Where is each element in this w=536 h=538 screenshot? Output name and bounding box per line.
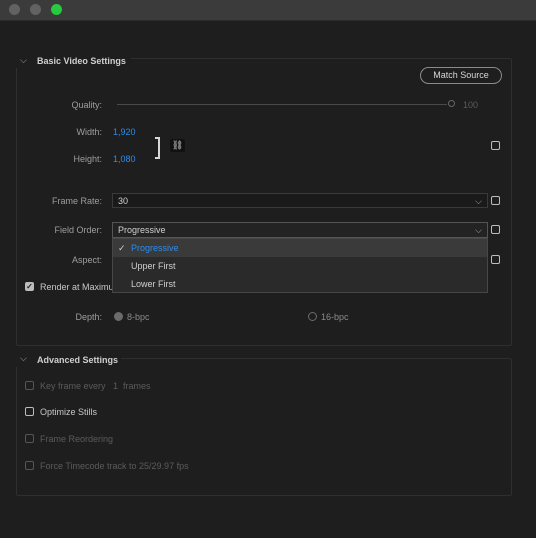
advanced-settings-title: Advanced Settings <box>37 355 119 365</box>
advanced-settings-panel <box>16 358 512 496</box>
quality-value[interactable]: 100 <box>463 100 478 110</box>
frame-reordering-checkbox[interactable] <box>25 434 34 443</box>
keyframe-label: Key frame every <box>40 381 106 391</box>
depth-8bpc-radio[interactable] <box>114 312 123 321</box>
collapse-chevron-icon[interactable]: ⌵ <box>20 55 27 66</box>
height-value[interactable]: 1,080 <box>113 154 136 164</box>
keyframe-unit: frames <box>123 381 151 391</box>
frame-rate-label: Frame Rate: <box>51 196 102 206</box>
field-order-label: Field Order: <box>54 225 102 235</box>
field-order-override-checkbox[interactable] <box>491 225 500 234</box>
keyframe-value[interactable]: 1 <box>113 381 118 391</box>
frame-reordering-label: Frame Reordering <box>40 434 114 444</box>
match-source-button[interactable]: Match Source <box>420 67 502 84</box>
aspect-override-checkbox[interactable] <box>491 255 500 264</box>
render-max-label: Render at Maximu <box>40 282 114 292</box>
dropdown-item-lower-first[interactable]: Lower First <box>113 275 487 293</box>
frame-rate-select[interactable]: 30 ⌵ <box>112 193 488 208</box>
quality-label: Quality: <box>71 100 102 110</box>
collapse-chevron-icon[interactable]: ⌵ <box>20 353 27 364</box>
frame-rate-override-checkbox[interactable] <box>491 196 500 205</box>
quality-slider-thumb[interactable] <box>448 100 455 107</box>
close-window-button[interactable] <box>9 4 20 15</box>
depth-16bpc-label: 16-bpc <box>321 312 349 322</box>
depth-8bpc-label: 8-bpc <box>127 312 150 322</box>
quality-slider-track[interactable] <box>117 104 447 105</box>
force-timecode-label: Force Timecode track to 25/29.97 fps <box>40 461 189 471</box>
maximize-window-button[interactable] <box>51 4 62 15</box>
width-label: Width: <box>76 127 102 137</box>
width-height-override-checkbox[interactable] <box>491 141 500 150</box>
optimize-stills-label: Optimize Stills <box>40 407 98 417</box>
minimize-window-button[interactable] <box>30 4 41 15</box>
force-timecode-checkbox[interactable] <box>25 461 34 470</box>
checkmark-icon: ✓ <box>118 243 126 253</box>
dropdown-item-label: Progressive <box>131 243 179 253</box>
frame-rate-value: 30 <box>118 196 129 206</box>
height-label: Height: <box>73 154 102 164</box>
width-value[interactable]: 1,920 <box>113 127 136 137</box>
basic-settings-title: Basic Video Settings <box>37 56 126 66</box>
window-titlebar <box>0 0 536 21</box>
aspect-label: Aspect: <box>71 255 102 265</box>
field-order-dropdown-menu: ✓ Progressive Upper First Lower First <box>112 238 488 293</box>
render-max-checkbox[interactable]: ✓ <box>25 282 34 291</box>
depth-16bpc-radio[interactable] <box>308 312 317 321</box>
field-order-select[interactable]: Progressive ⌵ <box>112 222 488 238</box>
dropdown-item-progressive[interactable]: ✓ Progressive <box>113 239 487 257</box>
chevron-down-icon: ⌵ <box>475 196 482 206</box>
dropdown-item-label: Lower First <box>131 279 176 289</box>
field-order-value: Progressive <box>118 225 166 235</box>
unlink-icon[interactable]: ⛓ <box>170 139 185 152</box>
keyframe-checkbox[interactable] <box>25 381 34 390</box>
optimize-stills-checkbox[interactable] <box>25 407 34 416</box>
dropdown-item-upper-first[interactable]: Upper First <box>113 257 487 275</box>
depth-label: Depth: <box>75 312 102 322</box>
chevron-down-icon: ⌵ <box>475 225 482 235</box>
dropdown-item-label: Upper First <box>131 261 176 271</box>
aspect-link-bracket <box>155 137 160 159</box>
